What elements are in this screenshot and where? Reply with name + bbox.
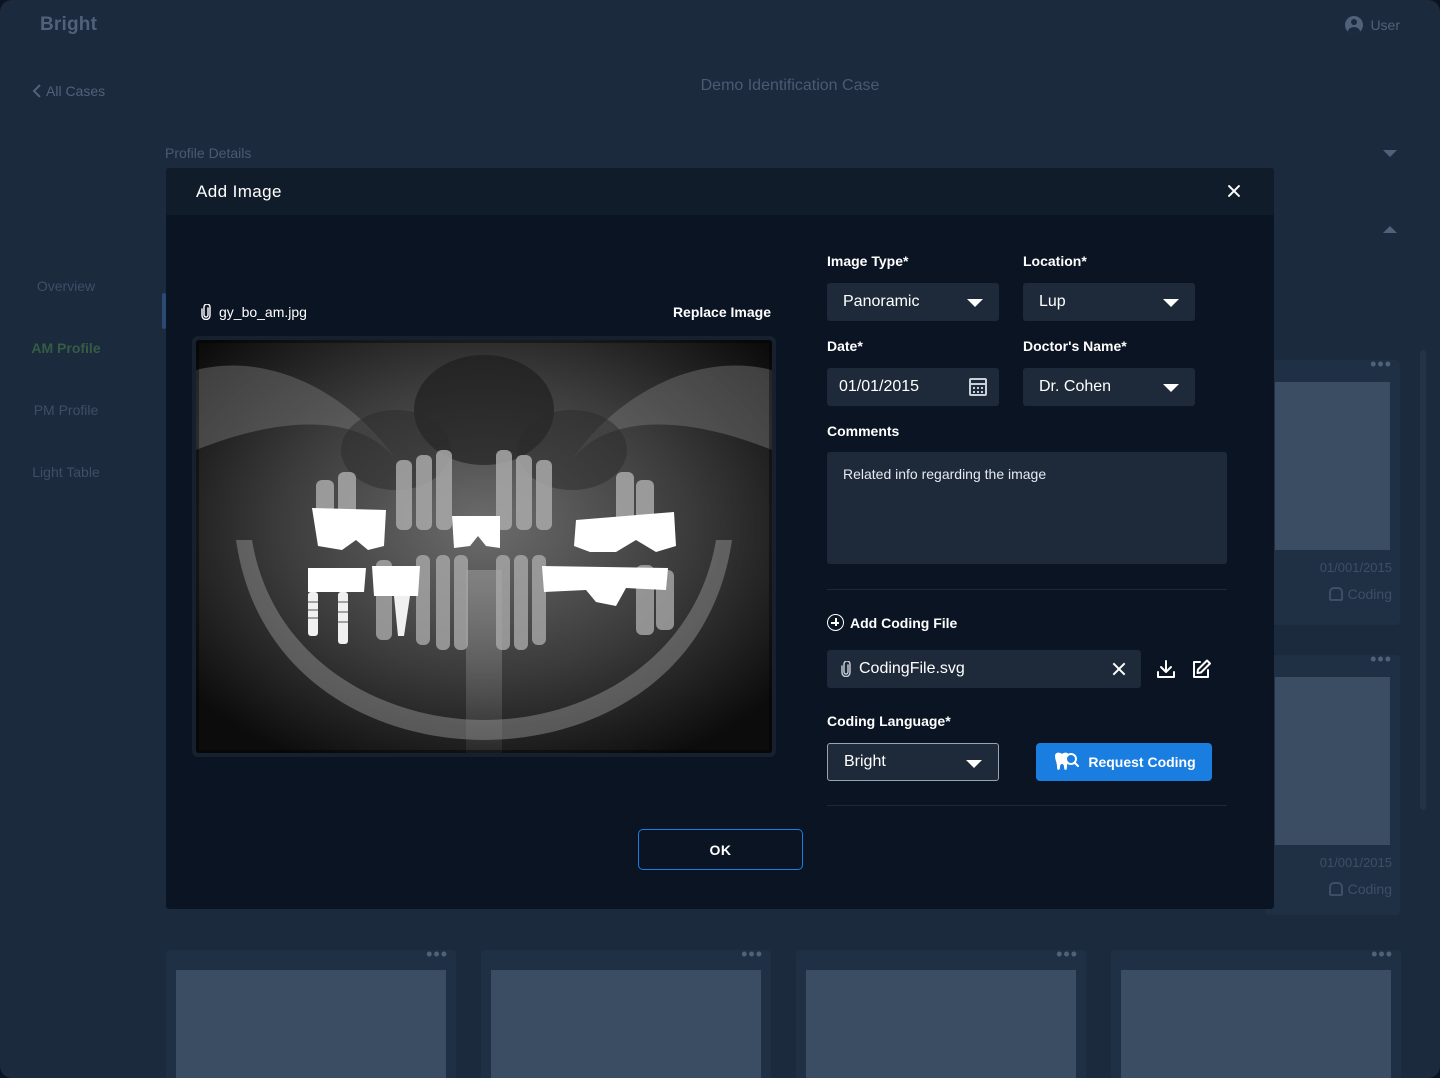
sidebar-item-pm-profile[interactable]: PM Profile <box>0 379 132 441</box>
plus-circle-icon <box>827 614 844 631</box>
image-card[interactable]: ••• <box>166 944 456 1078</box>
image-file-name: gy_bo_am.jpg <box>199 304 307 320</box>
sidebar: Overview AM Profile PM Profile Light Tab… <box>0 255 132 503</box>
user-icon <box>1345 16 1364 34</box>
location-value: Lup <box>1039 293 1066 310</box>
card-coding-label: Coding <box>1347 586 1392 602</box>
modal-header: Add Image <box>166 168 1274 215</box>
xray-thumbnail <box>176 970 446 1078</box>
location-select[interactable]: Lup <box>1023 283 1195 321</box>
image-type-label: Image Type* <box>827 253 909 269</box>
image-file-row: gy_bo_am.jpg Replace Image <box>199 304 771 320</box>
caret-down-icon <box>1163 384 1179 392</box>
request-coding-button[interactable]: Request Coding <box>1036 743 1212 781</box>
page-title: Demo Identification Case <box>700 77 880 94</box>
date-field[interactable]: 01/01/2015 <box>827 368 999 406</box>
doctor-name-select[interactable]: Dr. Cohen <box>1023 368 1195 406</box>
request-coding-label: Request Coding <box>1088 754 1196 770</box>
chevron-up-icon[interactable] <box>1383 226 1397 233</box>
card-date: 01/001/2015 <box>1319 560 1392 575</box>
coding-language-value: Bright <box>844 753 886 770</box>
image-card[interactable]: ••• <box>796 944 1086 1078</box>
caret-down-icon <box>967 299 983 307</box>
image-card[interactable]: ••• 01/001/2015 Coding <box>1265 649 1400 915</box>
scrollbar[interactable] <box>1420 350 1426 810</box>
logo: Bright <box>40 14 98 35</box>
image-type-select[interactable]: Panoramic <box>827 283 999 321</box>
add-image-modal: Add Image gy_bo_am.jpg Replace Image Ima… <box>166 168 1274 909</box>
date-value: 01/01/2015 <box>839 378 920 395</box>
xray-thumbnail <box>1121 970 1391 1078</box>
more-options-icon[interactable]: ••• <box>741 944 763 965</box>
more-options-icon[interactable]: ••• <box>1370 354 1392 375</box>
image-type-value: Panoramic <box>843 293 920 310</box>
sidebar-item-am-profile[interactable]: AM Profile <box>0 317 132 379</box>
coding-file-name: CodingFile.svg <box>859 660 965 677</box>
card-coding-link[interactable]: Coding <box>1328 881 1392 897</box>
ok-button[interactable]: OK <box>638 829 803 870</box>
doctor-name-label: Doctor's Name* <box>1023 338 1127 354</box>
coding-language-label: Coding Language* <box>827 713 951 729</box>
image-card[interactable]: ••• <box>481 944 771 1078</box>
sidebar-item-light-table[interactable]: Light Table <box>0 441 132 503</box>
xray-image <box>193 337 775 756</box>
add-coding-file-button[interactable]: Add Coding File <box>827 614 957 631</box>
card-coding-label: Coding <box>1347 881 1392 897</box>
image-preview-frame <box>192 336 776 757</box>
more-options-icon[interactable]: ••• <box>1370 649 1392 670</box>
coding-language-select[interactable]: Bright <box>827 743 999 781</box>
card-date: 01/001/2015 <box>1319 855 1392 870</box>
edit-icon[interactable] <box>1190 658 1212 680</box>
xray-thumbnail <box>491 970 761 1078</box>
more-options-icon[interactable]: ••• <box>426 944 448 965</box>
card-coding-link[interactable]: Coding <box>1328 586 1392 602</box>
image-file-label: gy_bo_am.jpg <box>219 304 307 320</box>
caret-down-icon <box>966 760 982 768</box>
remove-file-icon[interactable] <box>1111 661 1127 677</box>
doctor-name-value: Dr. Cohen <box>1039 378 1112 395</box>
divider <box>827 805 1227 806</box>
download-icon[interactable] <box>1155 658 1177 680</box>
paperclip-icon <box>841 661 851 677</box>
image-card[interactable]: ••• <box>1111 944 1401 1078</box>
image-card[interactable]: ••• 01/001/2015 Coding <box>1265 354 1400 625</box>
sidebar-item-overview[interactable]: Overview <box>0 255 132 317</box>
date-label: Date* <box>827 338 863 354</box>
calendar-icon[interactable] <box>969 378 987 396</box>
xray-thumbnail <box>806 970 1076 1078</box>
more-options-icon[interactable]: ••• <box>1371 944 1393 965</box>
caret-down-icon <box>1163 299 1179 307</box>
divider <box>827 589 1227 590</box>
modal-title: Add Image <box>196 182 282 201</box>
coding-file-chip: CodingFile.svg <box>827 650 1141 688</box>
replace-image-button[interactable]: Replace Image <box>673 304 771 320</box>
chevron-down-icon[interactable] <box>1383 150 1397 157</box>
xray-thumbnail <box>1275 677 1390 845</box>
user-menu[interactable]: User <box>1345 16 1400 34</box>
tooth-search-icon <box>1055 752 1080 770</box>
tooth-icon <box>1328 587 1343 601</box>
comments-textarea[interactable]: Related info regarding the image <box>827 452 1227 564</box>
xray-thumbnail <box>1275 382 1390 550</box>
add-coding-file-label: Add Coding File <box>850 614 958 631</box>
location-label: Location* <box>1023 253 1087 269</box>
more-options-icon[interactable]: ••• <box>1056 944 1078 965</box>
user-label: User <box>1370 17 1400 33</box>
close-icon[interactable] <box>1224 181 1244 201</box>
comments-label: Comments <box>827 423 900 439</box>
profile-details-heading: Profile Details <box>165 145 252 161</box>
paperclip-icon <box>201 304 211 320</box>
tooth-icon <box>1328 882 1343 896</box>
